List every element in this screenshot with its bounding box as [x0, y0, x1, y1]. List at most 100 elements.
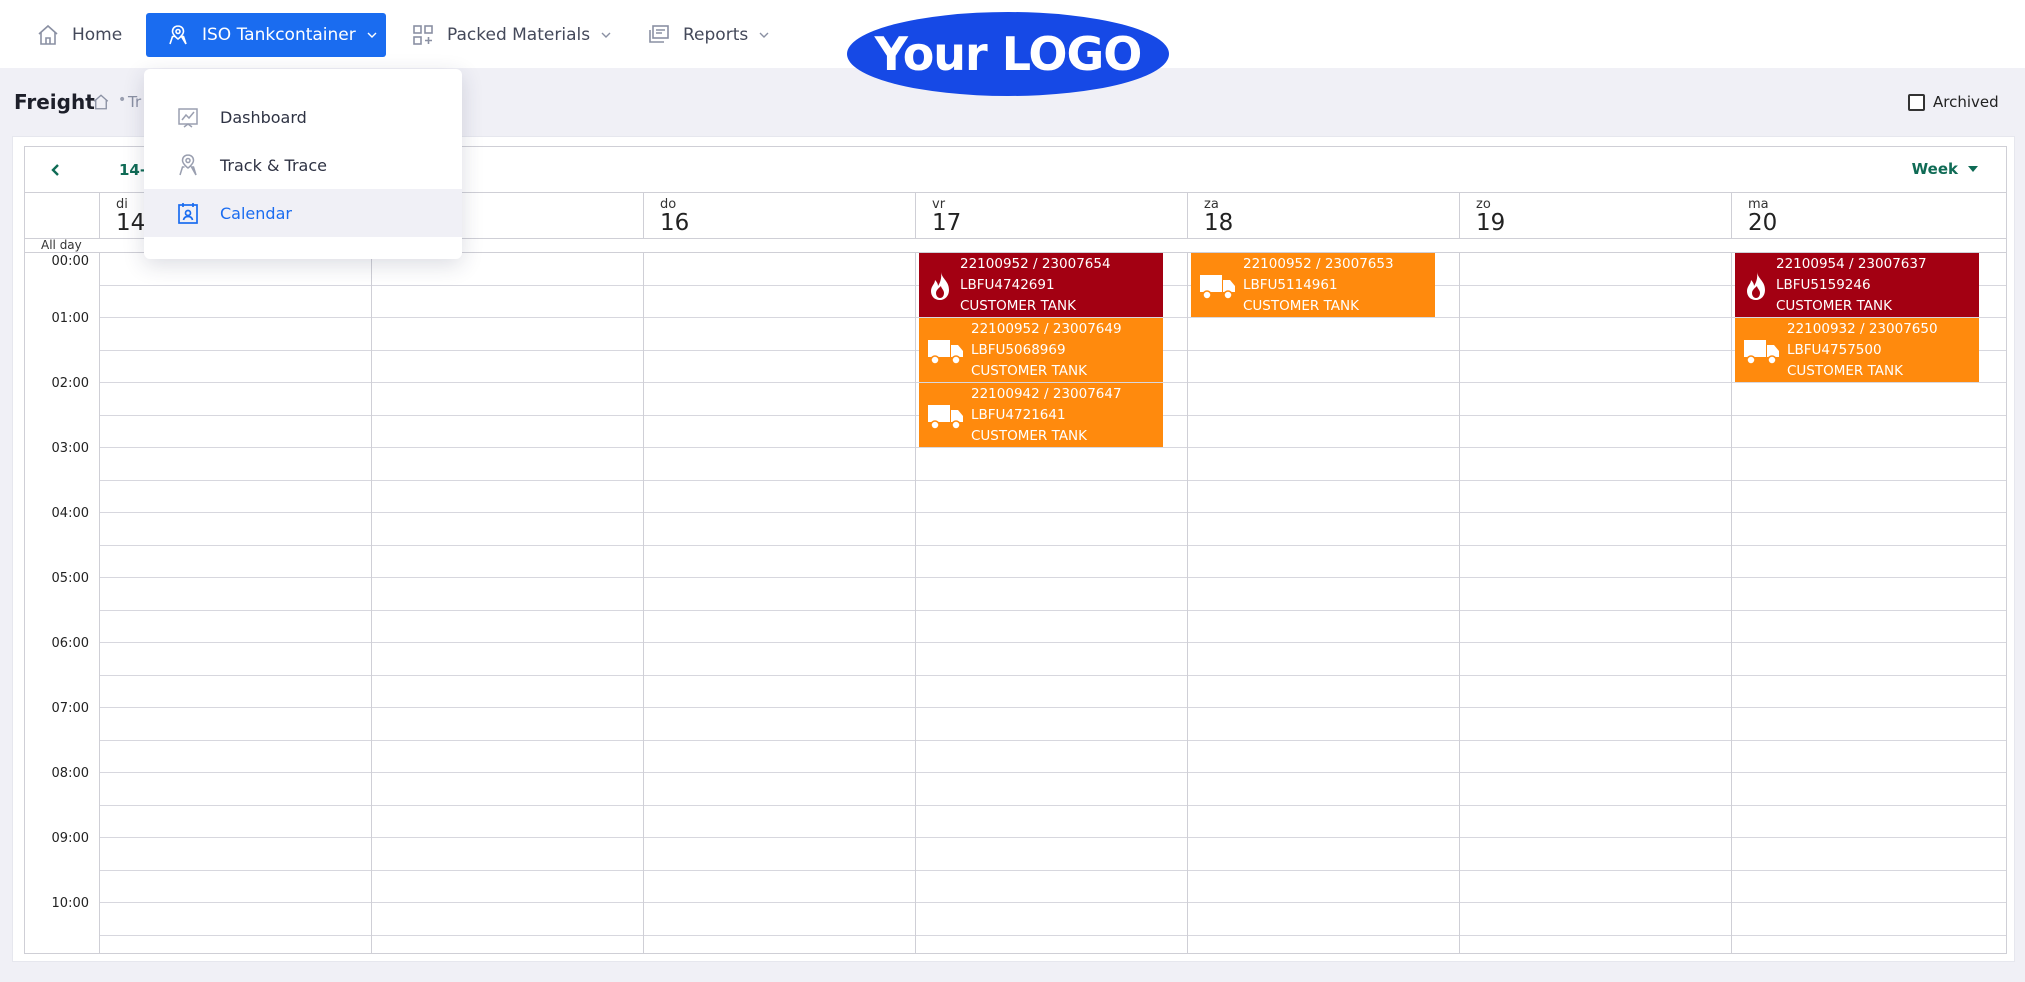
menu-item-label: Calendar — [220, 203, 292, 223]
logo-text: Your LOGO — [874, 27, 1143, 81]
calendar-event[interactable]: 22100952 / 23007649 LBFU5068969 CUSTOMER… — [919, 318, 1163, 382]
event-type: CUSTOMER TANK — [971, 428, 1087, 444]
menu-item-calendar[interactable]: Calendar — [144, 189, 462, 237]
day-header-date: 20 — [1748, 210, 1778, 236]
map-pin-icon — [169, 25, 187, 45]
event-container: LBFU4742691 — [960, 277, 1055, 293]
menu-item-track-trace[interactable]: Track & Trace — [144, 141, 462, 189]
event-container: LBFU5114961 — [1243, 277, 1338, 293]
archived-label: Archived — [1933, 93, 1999, 111]
day-header-dow: do — [660, 197, 677, 212]
breadcrumb-home-icon[interactable] — [92, 93, 110, 111]
date-range-label[interactable]: 14- — [119, 161, 146, 179]
grid-column-line — [1187, 253, 1188, 953]
nav-iso-tankcontainer[interactable]: ISO Tankcontainer — [146, 13, 386, 57]
time-label: 01:00 — [51, 311, 89, 326]
grid-column-line — [1459, 253, 1460, 953]
grid-line — [99, 512, 2006, 513]
day-header-dow: vr — [932, 197, 946, 212]
event-container: LBFU4757500 — [1787, 342, 1882, 358]
grid-column-line — [99, 253, 100, 953]
truck-icon — [1200, 275, 1235, 300]
grid-line — [99, 577, 2006, 578]
chevron-down-icon — [601, 32, 611, 38]
week-calendar: 14- Week di 14 do 16 vr 17 za 18 zo 19 m… — [24, 146, 2007, 954]
page-title: Freight — [14, 90, 95, 114]
nav-iso-label: ISO Tankcontainer — [202, 25, 356, 45]
location-pin-icon — [179, 154, 197, 176]
breadcrumb-item[interactable]: Tr — [128, 93, 141, 111]
truck-icon — [928, 340, 963, 365]
nav-packed-label: Packed Materials — [447, 25, 591, 45]
event-reference: 22100952 / 23007654 — [960, 256, 1111, 272]
menu-item-label: Track & Trace — [220, 155, 327, 175]
grid-line — [99, 707, 2006, 708]
day-header: ma 20 — [1731, 193, 2008, 239]
event-type: CUSTOMER TANK — [1776, 298, 1892, 314]
nav-reports-label: Reports — [683, 25, 749, 45]
calendar-event[interactable]: 22100952 / 23007654 LBFU4742691 CUSTOMER… — [919, 253, 1163, 317]
day-header-date: 17 — [932, 210, 962, 236]
calendar-event[interactable]: 22100952 / 23007653 LBFU5114961 CUSTOMER… — [1191, 253, 1435, 317]
checkbox-icon[interactable] — [1908, 93, 1925, 111]
day-header-dow: zo — [1476, 197, 1491, 212]
breadcrumb-separator: • — [118, 92, 127, 108]
day-header: za 18 — [1187, 193, 1459, 239]
time-label: 07:00 — [51, 701, 89, 716]
grid-line — [99, 772, 2006, 773]
time-label: 03:00 — [51, 441, 89, 456]
event-container: LBFU4721641 — [971, 407, 1066, 423]
event-reference: 22100932 / 23007650 — [1787, 321, 1938, 337]
calendar-icon — [178, 203, 198, 224]
company-logo: Your LOGO — [847, 12, 1169, 96]
time-label: 04:00 — [51, 506, 89, 521]
time-grid: 00:00 01:00 02:00 03:00 04:00 05:00 06:0… — [25, 253, 2006, 953]
day-header: vr 17 — [915, 193, 1187, 239]
grid-line — [99, 870, 2006, 871]
grid-column-line — [915, 253, 916, 953]
time-label: 10:00 — [51, 896, 89, 911]
menu-item-dashboard[interactable]: Dashboard — [144, 93, 462, 141]
time-label: 02:00 — [51, 376, 89, 391]
grid-line — [99, 610, 2006, 611]
grid-column-line — [371, 253, 372, 953]
view-selector-label: Week — [1911, 160, 1958, 178]
event-reference: 22100954 / 23007637 — [1776, 256, 1927, 272]
home-icon — [38, 24, 58, 45]
event-type: CUSTOMER TANK — [971, 363, 1087, 379]
grid-line — [99, 545, 2006, 546]
calendar-event[interactable]: 22100942 / 23007647 LBFU4721641 CUSTOMER… — [919, 383, 1163, 447]
day-header: do 16 — [643, 193, 915, 239]
event-type: CUSTOMER TANK — [1243, 298, 1359, 314]
calendar-event[interactable]: 22100932 / 23007650 LBFU4757500 CUSTOMER… — [1735, 318, 1979, 382]
event-reference: 22100952 / 23007649 — [971, 321, 1122, 337]
all-day-label: All day — [41, 238, 82, 252]
flame-icon — [931, 272, 949, 300]
time-label: 09:00 — [51, 831, 89, 846]
grid-column-line — [643, 253, 644, 953]
view-selector[interactable]: Week — [1912, 160, 1978, 178]
nav-home[interactable]: Home — [36, 13, 122, 57]
chevron-left-icon[interactable] — [47, 161, 65, 179]
calendar-event[interactable]: 22100954 / 23007637 LBFU5159246 CUSTOMER… — [1735, 253, 1979, 317]
chart-icon — [178, 108, 198, 128]
nav-reports[interactable]: Reports — [647, 13, 770, 57]
caret-down-icon — [1968, 166, 1978, 172]
truck-icon — [1744, 340, 1779, 365]
iso-tankcontainer-dropdown: Dashboard Track & Trace Calendar — [144, 69, 462, 259]
event-container: LBFU5068969 — [971, 342, 1066, 358]
grid-line — [99, 447, 2006, 448]
event-reference: 22100942 / 23007647 — [971, 386, 1122, 402]
event-container: LBFU5159246 — [1776, 277, 1871, 293]
day-header-date: 19 — [1476, 210, 1506, 236]
flame-icon — [1747, 272, 1765, 300]
grid-column-line — [1731, 253, 1732, 953]
truck-icon — [928, 405, 963, 430]
day-header-date: 18 — [1204, 210, 1234, 236]
archived-checkbox[interactable]: Archived — [1908, 93, 1999, 111]
nav-packed-materials[interactable]: Packed Materials — [411, 13, 612, 57]
chevron-down-icon — [367, 32, 377, 38]
time-label: 05:00 — [51, 571, 89, 586]
menu-item-label: Dashboard — [220, 107, 307, 127]
grid-line — [99, 480, 2006, 481]
